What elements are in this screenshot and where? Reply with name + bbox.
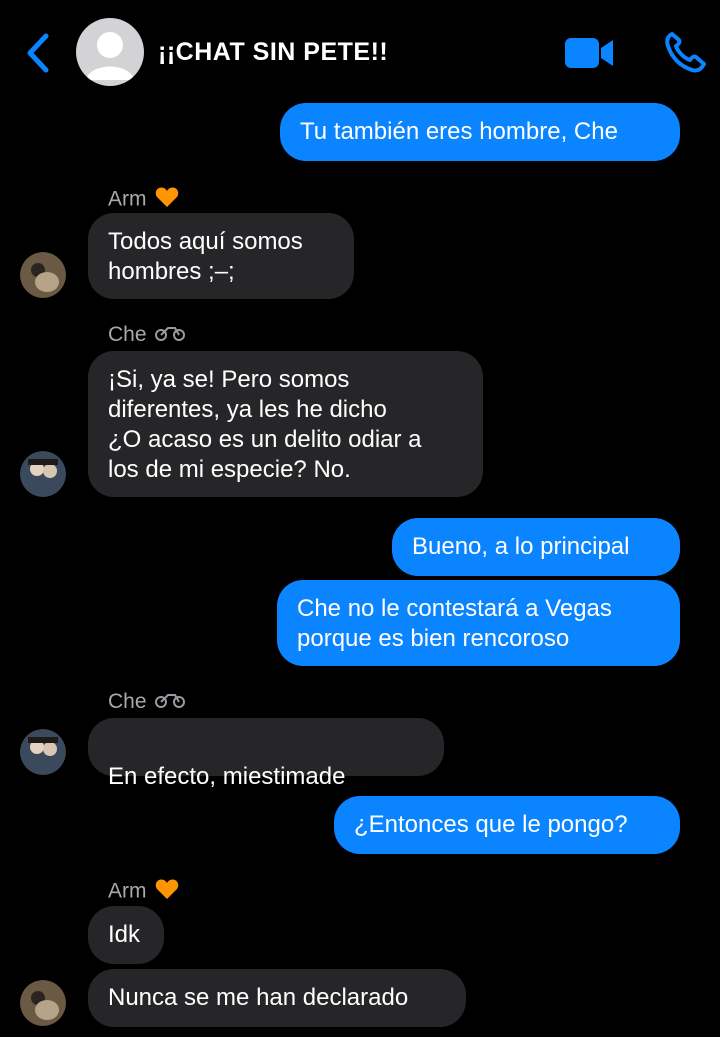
person-placeholder-icon bbox=[86, 32, 134, 80]
avatar-che[interactable] bbox=[20, 451, 66, 497]
message-bubble-incoming[interactable]: En efecto, miestimade bbox=[88, 718, 444, 815]
message-bubble-outgoing[interactable]: Bueno, a lo principal bbox=[392, 518, 680, 576]
avatar-arm[interactable] bbox=[20, 980, 66, 1026]
message-bubble-incoming[interactable]: Nunca se me han declarado bbox=[88, 969, 466, 1027]
motorcycle-icon bbox=[154, 690, 185, 714]
video-call-button[interactable] bbox=[563, 34, 615, 72]
message-text: En efecto, miestimade bbox=[108, 763, 346, 790]
sender-name: Arm bbox=[108, 186, 179, 214]
audio-call-button[interactable] bbox=[662, 30, 706, 74]
message-bubble-outgoing[interactable]: Tu también eres hombre, Che bbox=[280, 103, 680, 161]
sender-label: Arm bbox=[108, 879, 147, 903]
avatar-che[interactable] bbox=[20, 729, 66, 775]
group-avatar[interactable] bbox=[76, 18, 144, 86]
back-button[interactable] bbox=[22, 32, 56, 74]
video-camera-icon bbox=[565, 38, 613, 68]
avatar-arm[interactable] bbox=[20, 252, 66, 298]
chevron-left-icon bbox=[27, 33, 49, 73]
motorcycle-icon bbox=[154, 323, 185, 347]
chat-header: ¡¡CHAT SIN PETE!! bbox=[0, 0, 720, 100]
chat-title[interactable]: ¡¡CHAT SIN PETE!! bbox=[158, 38, 388, 67]
orange-heart-icon bbox=[155, 186, 179, 214]
message-bubble-incoming[interactable]: Idk bbox=[88, 906, 164, 964]
sender-label: Che bbox=[108, 690, 147, 713]
sender-name: Che bbox=[108, 323, 185, 347]
sender-name: Arm bbox=[108, 878, 179, 906]
sender-label: Arm bbox=[108, 187, 147, 211]
orange-heart-icon bbox=[155, 878, 179, 906]
message-bubble-incoming[interactable]: ¡Si, ya se! Pero somos diferentes, ya le… bbox=[88, 351, 483, 497]
sender-name: Che bbox=[108, 690, 185, 714]
kiss-mark-icon bbox=[351, 767, 381, 815]
message-bubble-incoming[interactable]: Todos aquí somos hombres ;–; bbox=[88, 213, 354, 299]
sender-label: Che bbox=[108, 323, 147, 346]
message-bubble-outgoing[interactable]: ¿Entonces que le pongo? bbox=[334, 796, 680, 854]
phone-icon bbox=[665, 32, 706, 73]
message-bubble-outgoing[interactable]: Che no le contestará a Vegas porque es b… bbox=[277, 580, 680, 666]
